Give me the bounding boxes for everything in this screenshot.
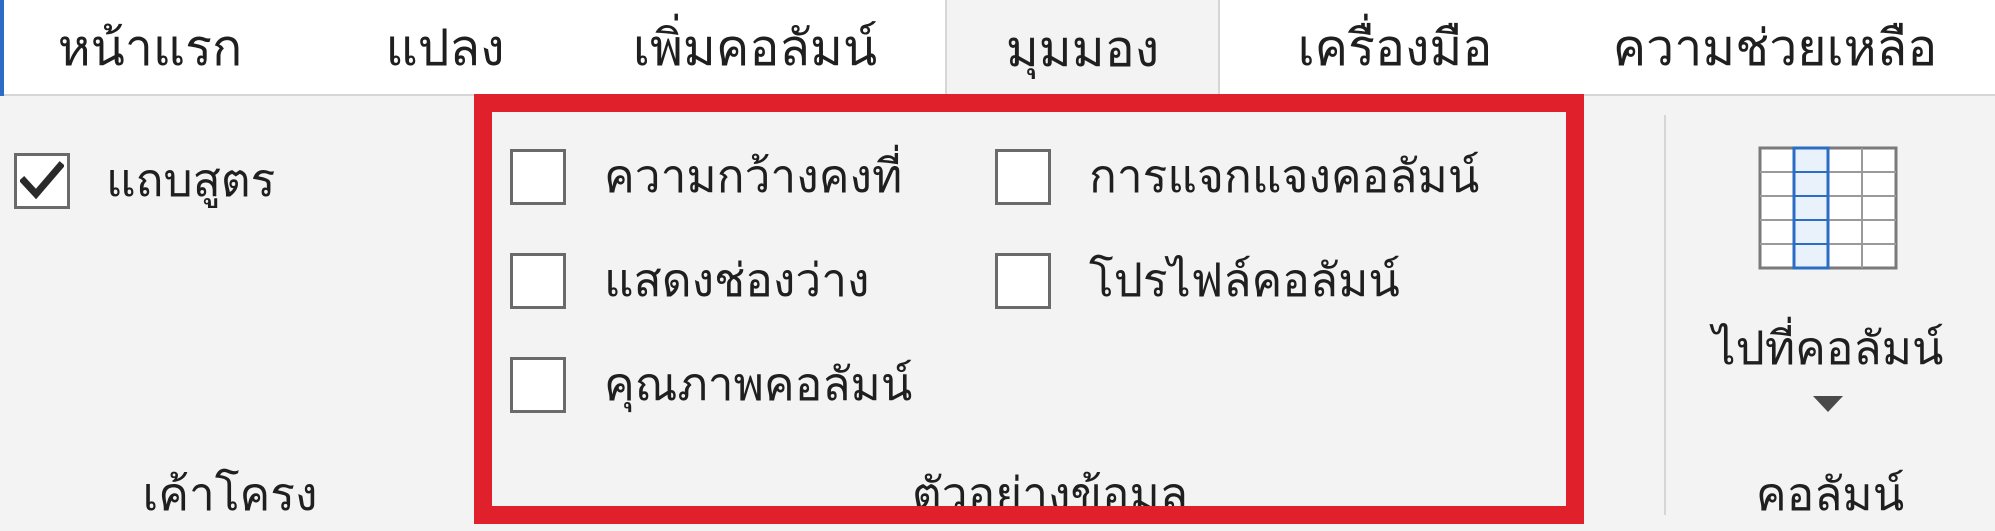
go-to-column-button[interactable]: ไปที่คอลัมน์ [1688,134,1968,434]
tab-accent-bar [0,0,4,96]
column-quality-checkbox[interactable]: คุณภาพคอลัมน์ [510,348,912,421]
tab-add-column[interactable]: เพิ่มคอลัมน์ [600,0,910,96]
column-quality-label: คุณภาพคอลัมน์ [604,357,913,411]
data-preview-group-title: ตัวอย่างข้อมูล [911,467,1189,521]
column-profile-checkbox-box[interactable] [995,252,1051,309]
column-distribution-checkbox-box[interactable] [995,148,1051,205]
formula-bar-checkbox-box[interactable] [14,152,70,209]
show-whitespace-label: แสดงช่องว่าง [604,253,870,307]
monospaced-checkbox-box[interactable] [510,148,566,205]
layout-group-title: เค้าโครง [142,467,318,521]
tab-help[interactable]: ความช่วยเหลือ [1590,0,1960,96]
tab-transform[interactable]: แปลง [345,0,545,96]
tab-tools[interactable]: เครื่องมือ [1265,0,1525,96]
show-whitespace-checkbox[interactable]: แสดงช่องว่าง [510,244,870,317]
monospaced-label: ความกว้างคงที่ [604,149,903,203]
column-distribution-label: การแจกแจงคอลัมน์ [1089,149,1480,203]
column-profile-label: โปรไฟล์คอลัมน์ [1089,253,1400,307]
group-separator [1664,115,1666,515]
dropdown-arrow-icon [1813,396,1843,412]
tab-view[interactable]: มุมมอง [945,0,1220,98]
go-to-column-icon [1758,146,1898,270]
formula-bar-label: แถบสูตร [106,153,276,207]
monospaced-checkbox[interactable]: ความกว้างคงที่ [510,140,902,213]
show-whitespace-checkbox-box[interactable] [510,252,566,309]
column-distribution-checkbox[interactable]: การแจกแจงคอลัมน์ [995,140,1479,213]
formula-bar-checkbox[interactable]: แถบสูตร [14,144,275,217]
tab-home[interactable]: หน้าแรก [40,0,260,96]
column-quality-checkbox-box[interactable] [510,356,566,413]
ribbon-tab-bar: หน้าแรก แปลง เพิ่มคอลัมน์ มุมมอง เครื่อง… [0,0,1995,98]
go-to-column-label: ไปที่คอลัมน์ [1712,321,1944,375]
column-profile-checkbox[interactable]: โปรไฟล์คอลัมน์ [995,244,1400,317]
columns-group-title: คอลัมน์ [1755,467,1905,521]
check-icon [20,160,64,199]
